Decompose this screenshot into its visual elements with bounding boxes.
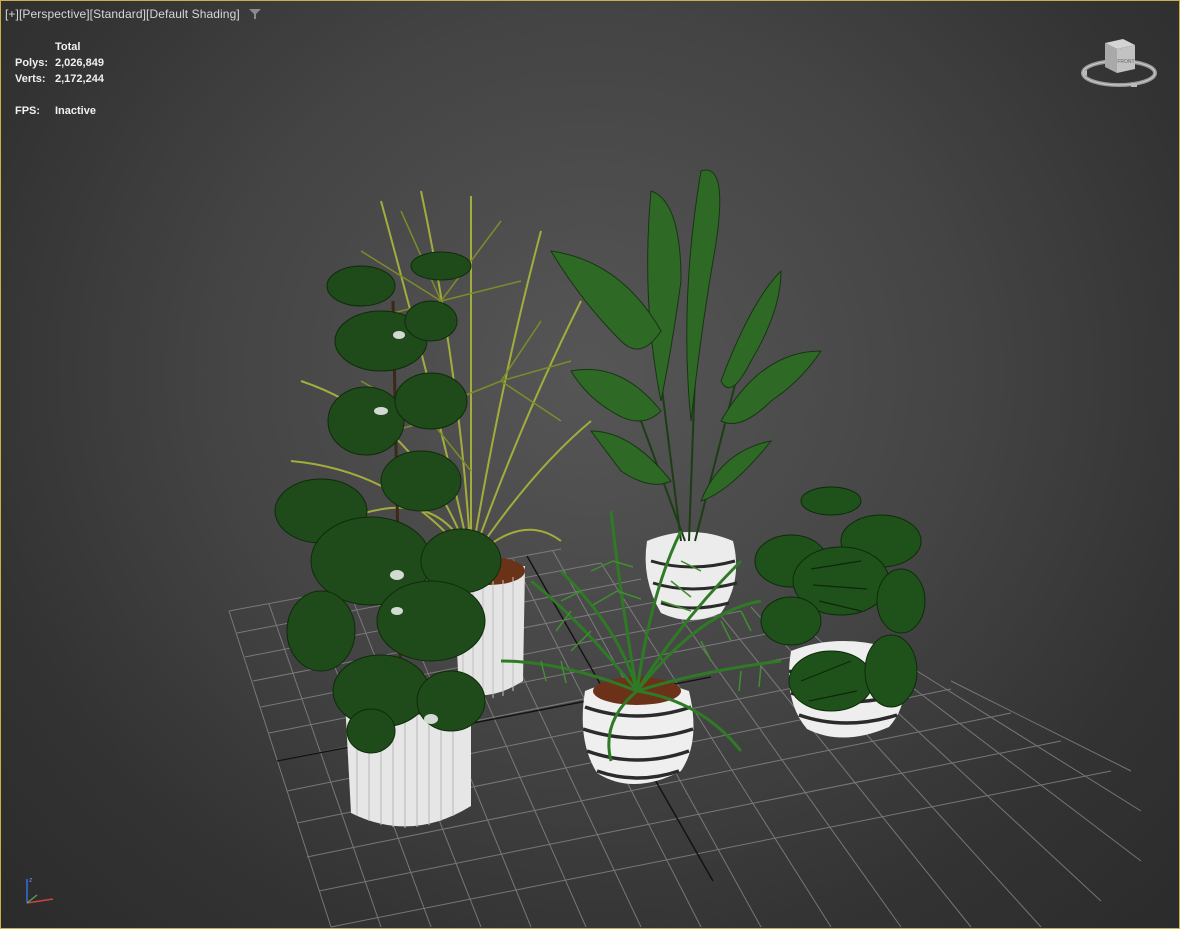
viewport-menu-shading[interactable]: [Default Shading] [146, 7, 240, 21]
monstera-small-plant [754, 486, 926, 738]
axis-tripod-icon: z [26, 877, 54, 904]
statistics-overlay: Total Polys: 2,026,849 Verts: 2,172,244 FP… [15, 39, 104, 119]
viewcube-icon[interactable]: FRONT [1079, 33, 1159, 97]
viewport-label-menu: [+] [Perspective] [Standard] [Default Sh… [5, 7, 262, 21]
svg-text:z: z [29, 877, 33, 884]
filter-icon[interactable] [248, 8, 262, 20]
viewcube-face-label: FRONT [1117, 59, 1134, 65]
verts-value: 2,172,244 [55, 73, 104, 85]
perspective-viewport[interactable]: [+] [Perspective] [Standard] [Default Sh… [0, 0, 1180, 929]
polys-value: 2,026,849 [55, 57, 104, 69]
scene-render[interactable] [1, 1, 1179, 928]
fps-label: FPS: [15, 105, 41, 117]
viewport-menu-general[interactable]: [+] [5, 7, 19, 21]
polys-label: Polys: [15, 57, 49, 69]
verts-label: Verts: [15, 73, 46, 85]
viewport-menu-standard[interactable]: [Standard] [90, 7, 146, 21]
monstera-tall-plant [274, 251, 502, 828]
viewport-menu-point-of-view[interactable]: [Perspective] [19, 7, 90, 21]
stats-header: Total [55, 41, 81, 53]
fps-value: Inactive [55, 105, 96, 117]
